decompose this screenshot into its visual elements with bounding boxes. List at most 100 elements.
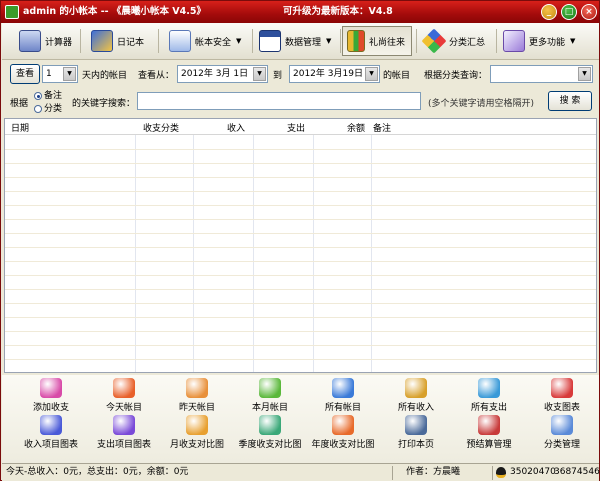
status-bar: 今天-总收入：0元，总支出：0元，余额：0元 作者：方晨曦 35020470 3…	[2, 463, 600, 481]
income-chart-icon	[40, 415, 62, 435]
data-management-button[interactable]: 数据管理 ▼	[254, 26, 338, 56]
action-label: 分类管理	[543, 440, 580, 450]
column-header-category[interactable]: 收支分类	[143, 121, 179, 134]
keyword-search-bar: 根据 备注 分类 的关键字搜索： (多个关键字请用空格隔开) 搜 索	[2, 87, 599, 117]
more-features-button[interactable]: 更多功能 ▼	[498, 26, 584, 56]
action-all-income-button[interactable]: 所有收入	[379, 378, 453, 413]
toolbar-divider	[252, 29, 253, 53]
action-label: 今天帐目	[105, 403, 142, 413]
row-divider	[5, 289, 596, 290]
action-add-entry-button[interactable]: 添加收支	[14, 378, 88, 413]
toolbar-divider	[340, 29, 341, 53]
window-title: admin 的小帐本 -- 《晨曦小帐本 V4.5》	[23, 6, 206, 17]
qq-penguin-icon[interactable]	[496, 467, 506, 478]
column-divider	[371, 135, 372, 372]
to-date-picker[interactable]: 2012年 3月19日 ▼	[289, 65, 380, 83]
category-select[interactable]: ▼	[490, 65, 593, 83]
author-label: 作者：方晨曦	[406, 467, 461, 477]
column-header-date[interactable]: 日期	[11, 121, 29, 134]
to-label: 到	[273, 71, 283, 81]
category-summary-button[interactable]: 分类汇总	[418, 26, 492, 56]
ledger-table[interactable]: 日期 收支分类 收入 支出 余额 备注	[4, 118, 597, 373]
radio-note-dot	[34, 91, 42, 100]
toolbar-divider	[158, 29, 159, 53]
action-quarterly-compare-button[interactable]: 季度收支对比图	[233, 415, 307, 450]
chevron-down-icon[interactable]: ▼	[253, 67, 266, 81]
action-label: 支出项目图表	[96, 440, 151, 450]
radio-category[interactable]: 分类	[34, 101, 62, 114]
row-divider	[5, 191, 596, 192]
action-category-manage-button[interactable]: 分类管理	[525, 415, 599, 450]
column-header-note[interactable]: 备注	[373, 121, 391, 134]
action-settlement-button[interactable]: 预结算管理	[452, 415, 526, 450]
view-button[interactable]: 查看	[10, 64, 40, 84]
qq-number-2: 36874546	[554, 467, 600, 477]
row-divider	[5, 275, 596, 276]
all-expense-icon	[478, 378, 500, 398]
action-label: 收支图表	[543, 403, 580, 413]
close-button[interactable]: ×	[581, 4, 597, 20]
column-header-balance[interactable]: 余额	[347, 121, 365, 134]
action-income-chart-button[interactable]: 收入项目图表	[14, 415, 88, 450]
print-icon	[405, 415, 427, 435]
maximize-button[interactable]: □	[561, 4, 577, 20]
month-icon	[259, 378, 281, 398]
row-divider	[5, 219, 596, 220]
quarterly-compare-icon	[259, 415, 281, 435]
action-label: 所有支出	[470, 403, 507, 413]
action-all-expense-button[interactable]: 所有支出	[452, 378, 526, 413]
radio-note[interactable]: 备注	[34, 88, 62, 101]
notebook-icon	[91, 30, 113, 52]
action-expense-chart-button[interactable]: 支出项目图表	[87, 415, 161, 450]
account-security-button[interactable]: 帐本安全 ▼	[164, 26, 248, 56]
add-entry-icon	[40, 378, 62, 398]
action-monthly-compare-button[interactable]: 月收支对比图	[160, 415, 234, 450]
calculator-button[interactable]: 计算器	[14, 26, 76, 56]
action-print-button[interactable]: 打印本页	[379, 415, 453, 450]
action-today-button[interactable]: 今天帐目	[87, 378, 161, 413]
days-select[interactable]: 1 ▼	[42, 65, 78, 83]
gifts-button[interactable]: 礼尚往来	[342, 26, 412, 56]
action-month-button[interactable]: 本月帐目	[233, 378, 307, 413]
row-divider	[5, 163, 596, 164]
category-manage-icon	[551, 415, 573, 435]
action-yesterday-button[interactable]: 昨天帐目	[160, 378, 234, 413]
diary-button[interactable]: 日记本	[86, 26, 148, 56]
row-divider	[5, 345, 596, 346]
row-divider	[5, 359, 596, 360]
action-label: 年度收支对比图	[311, 440, 375, 450]
chevron-down-icon[interactable]: ▼	[365, 67, 378, 81]
toolbar-divider	[80, 29, 81, 53]
chevron-down-icon[interactable]: ▼	[578, 67, 591, 81]
status-divider	[392, 466, 393, 480]
minimize-button[interactable]: _	[541, 4, 557, 20]
diary-label: 日记本	[117, 37, 145, 48]
diamond-icon	[421, 28, 447, 54]
row-divider	[5, 177, 596, 178]
table-header: 日期 收支分类 收入 支出 余额 备注	[5, 119, 596, 135]
keyword-input[interactable]	[137, 92, 421, 110]
yesterday-icon	[186, 378, 208, 398]
days-label: 天内的帐目	[82, 71, 128, 81]
category-query-label: 根据分类查询：	[424, 71, 488, 81]
yearly-compare-icon	[332, 415, 354, 435]
update-notice[interactable]: 可升级为最新版本：V4.8	[283, 1, 393, 23]
from-date-picker[interactable]: 2012年 3月 1日 ▼	[177, 65, 268, 83]
title-bar[interactable]: admin 的小帐本 -- 《晨曦小帐本 V4.5》 可升级为最新版本：V4.8…	[1, 1, 599, 23]
radio-category-label: 分类	[44, 104, 63, 114]
row-divider	[5, 205, 596, 206]
column-divider	[313, 135, 314, 372]
action-label: 所有收入	[397, 403, 434, 413]
search-button[interactable]: 搜 索	[548, 91, 592, 111]
action-all-accounts-button[interactable]: 所有帐目	[306, 378, 380, 413]
account-security-label: 帐本安全	[195, 37, 232, 48]
action-pie-chart-button[interactable]: 收支图表	[525, 378, 599, 413]
window-icon	[259, 30, 281, 52]
column-header-expense[interactable]: 支出	[287, 121, 305, 134]
column-header-income[interactable]: 收入	[227, 121, 245, 134]
chevron-down-icon[interactable]: ▼	[63, 67, 76, 81]
monthly-compare-icon	[186, 415, 208, 435]
by-label: 根据	[10, 99, 29, 109]
action-label: 本月帐目	[251, 403, 288, 413]
action-yearly-compare-button[interactable]: 年度收支对比图	[306, 415, 380, 450]
